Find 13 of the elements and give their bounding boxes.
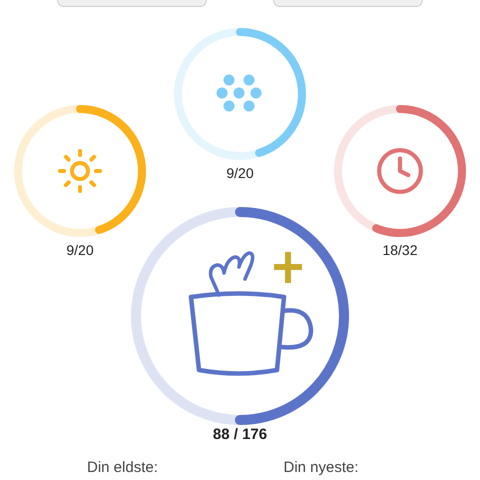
plus-icon xyxy=(274,252,302,283)
dots-icon xyxy=(216,74,262,112)
progress-count: 9/20 xyxy=(66,242,94,258)
clock-icon xyxy=(379,150,421,192)
top-button[interactable] xyxy=(273,0,423,7)
top-button[interactable] xyxy=(57,0,207,7)
progress-count: 18/32 xyxy=(382,242,418,258)
newest-label: Din nyeste: xyxy=(284,459,360,478)
progress-count: 9/20 xyxy=(226,165,254,181)
total-count: 88 / 176 xyxy=(212,427,268,443)
oldest-label: Din eldste: xyxy=(87,459,159,478)
sun-icon xyxy=(60,151,100,191)
mug-icon xyxy=(188,251,314,376)
